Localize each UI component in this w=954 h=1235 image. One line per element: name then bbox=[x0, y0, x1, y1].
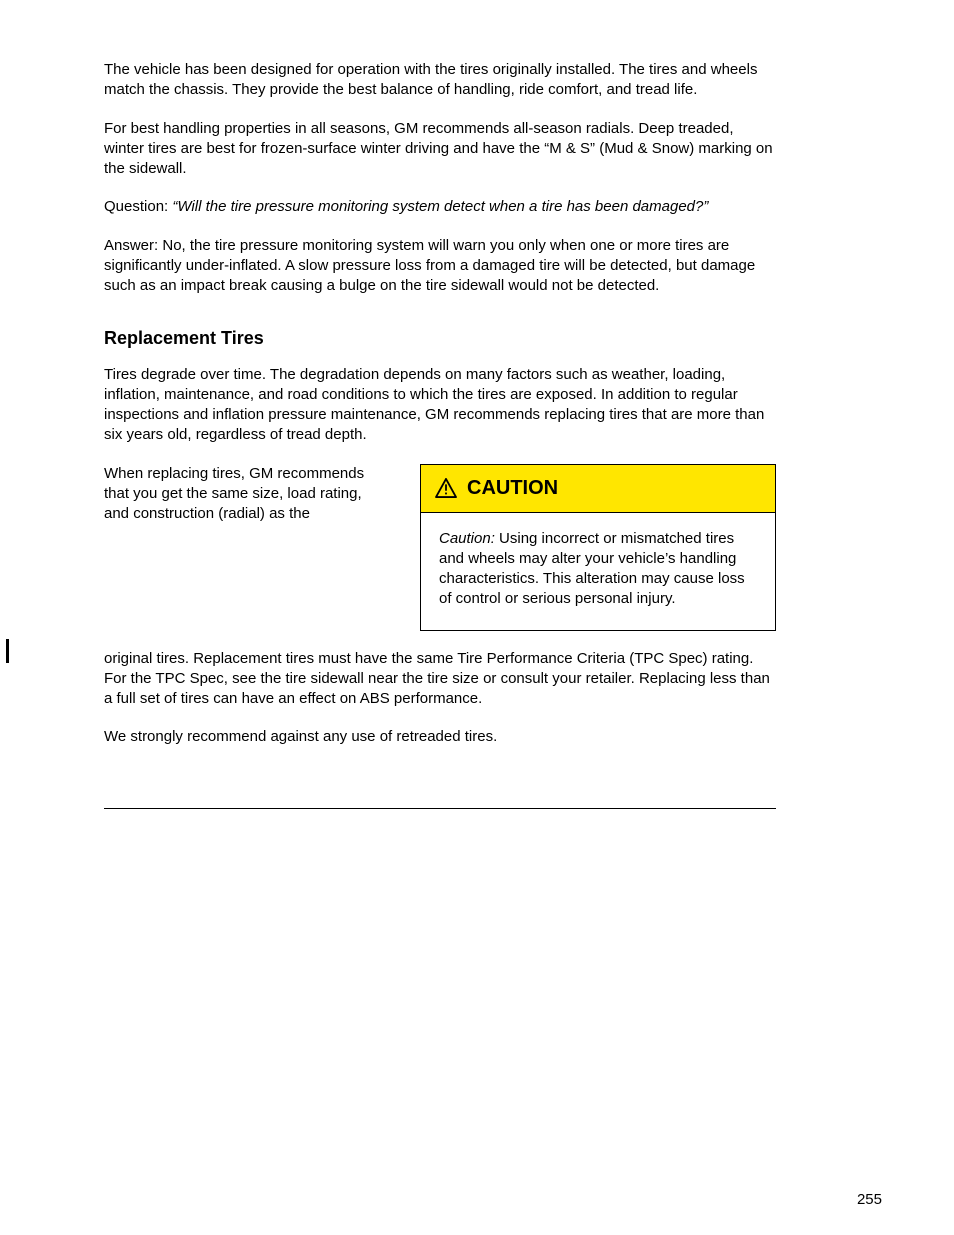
qa-question: Question: “Will the tire pressure monito… bbox=[104, 197, 776, 217]
question-text: “Will the tire pressure monitoring syste… bbox=[172, 198, 708, 215]
warning-triangle-icon bbox=[435, 478, 457, 498]
revision-bar bbox=[6, 639, 9, 663]
paragraph: We strongly recommend against any use of… bbox=[104, 727, 776, 747]
paragraph: The vehicle has been designed for operat… bbox=[104, 60, 776, 101]
answer-text: No, the tire pressure monitoring system … bbox=[104, 237, 755, 295]
section-heading: Replacement Tires bbox=[104, 326, 776, 350]
page-content: The vehicle has been designed for operat… bbox=[104, 60, 776, 809]
caution-body: Caution: Using incorrect or mismatched t… bbox=[421, 513, 775, 630]
footer-rule bbox=[104, 808, 776, 809]
caution-header: CAUTION bbox=[421, 465, 775, 513]
paragraph: Tires degrade over time. The degradation… bbox=[104, 365, 776, 446]
page-number: 255 bbox=[857, 1190, 882, 1210]
caution-body-lead: Caution: bbox=[439, 530, 495, 547]
paragraph: original tires. Replacement tires must h… bbox=[104, 649, 776, 710]
qa-answer: Answer: No, the tire pressure monitoring… bbox=[104, 236, 776, 297]
caution-box: CAUTION Caution: Using incorrect or mism… bbox=[420, 464, 776, 631]
answer-label: Answer: bbox=[104, 237, 158, 254]
paragraph: For best handling properties in all seas… bbox=[104, 119, 776, 180]
paragraph-left: When replacing tires, GM recommends that… bbox=[104, 464, 390, 525]
paragraph-with-caution: When replacing tires, GM recommends that… bbox=[104, 464, 776, 631]
caution-label: CAUTION bbox=[467, 475, 558, 502]
question-label: Question: bbox=[104, 198, 168, 215]
